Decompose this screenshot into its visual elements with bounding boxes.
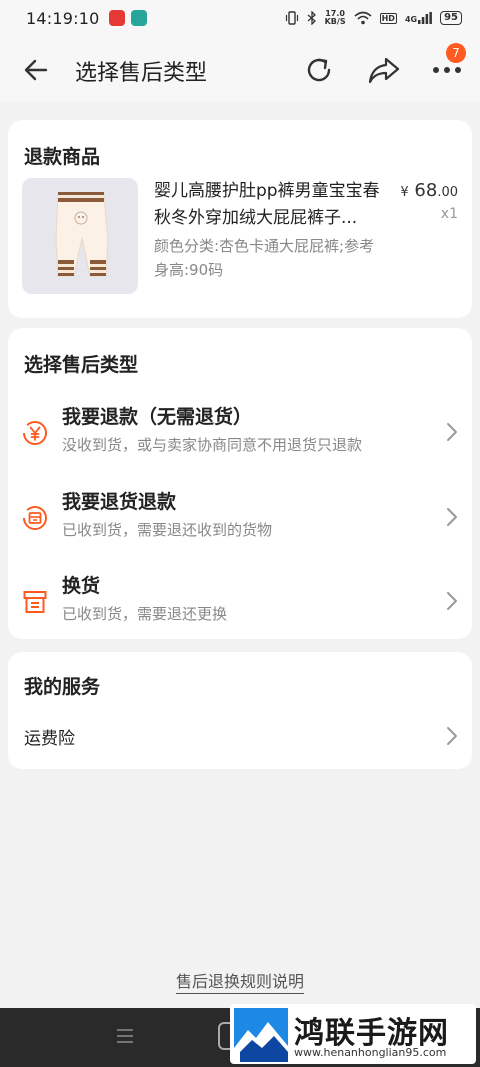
back-arrow-icon[interactable]: [22, 56, 50, 84]
section-title-after-sales-type: 选择售后类型: [24, 354, 139, 376]
after-sales-rules-link[interactable]: 售后退换规则说明: [175, 972, 304, 994]
hd-badge: HD: [379, 12, 397, 24]
shipping-insurance-row[interactable]: 运费险: [8, 716, 472, 756]
vibrate-icon: [285, 11, 298, 25]
share-icon[interactable]: [367, 55, 401, 85]
bluetooth-icon: [307, 11, 316, 25]
product-quantity: x1: [440, 206, 458, 222]
after-sales-rules-link-wrapper: 售后退换规则说明: [0, 968, 480, 994]
signal-bars-icon: [418, 12, 432, 24]
recent-apps-icon[interactable]: [116, 1028, 134, 1044]
notification-icons: [109, 10, 148, 26]
chat-notification-icon: [131, 10, 148, 26]
battery-indicator: 95: [440, 11, 462, 25]
page-title: 选择售后类型: [75, 61, 208, 86]
message-count-badge: 7: [446, 43, 466, 63]
product-name[interactable]: 婴儿高腰护肚pp裤男童宝宝春秋冬外穿加绒大屁屁裤子...: [154, 178, 386, 232]
return-package-icon: [22, 506, 47, 530]
service-label: 运费险: [24, 729, 75, 749]
product-thumbnail[interactable]: [22, 178, 138, 294]
product-price: ¥ 68.00: [400, 180, 458, 201]
page-header: 选择售后类型 7: [0, 36, 480, 102]
refresh-icon[interactable]: [304, 55, 334, 85]
option-return-and-refund[interactable]: 我要退货退款 已收到货，需要退还收到的货物: [8, 485, 472, 565]
option-description: 已收到货，需要退还收到的货物: [62, 521, 273, 539]
my-services-card: 我的服务 运费险: [8, 652, 472, 769]
section-title-refund-product: 退款商品: [24, 146, 101, 168]
price-decimal: .00: [437, 185, 458, 200]
option-title: 我要退款（无需退货）: [62, 406, 253, 428]
status-time: 14:19:10: [26, 8, 100, 28]
network-speed: 17.0 KB/S: [325, 10, 346, 26]
chevron-right-icon: [447, 727, 457, 745]
option-title: 我要退货退款: [62, 491, 177, 513]
app-notification-icon: [109, 10, 126, 26]
price-symbol: ¥: [400, 185, 409, 200]
option-exchange[interactable]: 换货 已收到货，需要退还更换: [8, 569, 472, 649]
chevron-right-icon: [447, 592, 457, 610]
option-refund-only[interactable]: 我要退款（无需退货） 没收到货，或与卖家协商同意不用退货只退款: [8, 400, 472, 480]
wifi-icon: [354, 11, 372, 25]
site-watermark: 鸿联手游网 www.henanhonglian95.com: [230, 1004, 476, 1064]
status-indicators: 17.0 KB/S HD 4G 95: [285, 10, 462, 26]
net-speed-unit: KB/S: [324, 17, 346, 26]
chevron-right-icon: [447, 508, 457, 526]
option-description: 已收到货，需要退还更换: [62, 605, 228, 623]
product-pants-image: [55, 192, 109, 277]
option-title: 换货: [62, 575, 101, 597]
status-bar: 14:19:10 17.0 KB/S HD 4G 95: [0, 0, 480, 36]
watermark-url: www.henanhonglian95.com: [294, 1046, 447, 1059]
section-title-my-services: 我的服务: [24, 676, 101, 698]
watermark-logo-icon: [234, 1008, 288, 1062]
refund-product-card: 退款商品 婴儿高腰护肚pp裤男童宝宝春秋冬外穿加绒大屁屁裤子... 颜色分类:杏…: [8, 120, 472, 318]
signal-indicator: 4G: [405, 12, 432, 24]
more-options-icon[interactable]: [432, 64, 462, 76]
signal-label: 4G: [404, 15, 418, 24]
option-description: 没收到货，或与卖家协商同意不用退货只退款: [62, 436, 363, 454]
refund-yen-icon: [22, 421, 47, 445]
exchange-box-icon: [23, 591, 47, 613]
chevron-right-icon: [447, 423, 457, 441]
product-spec: 颜色分类:杏色卡通大屁屁裤;参考身高:90码: [154, 237, 375, 279]
after-sales-type-card: 选择售后类型 我要退款（无需退货） 没收到货，或与卖家协商同意不用退货只退款 我…: [8, 328, 472, 639]
price-integer: 68: [414, 180, 438, 201]
